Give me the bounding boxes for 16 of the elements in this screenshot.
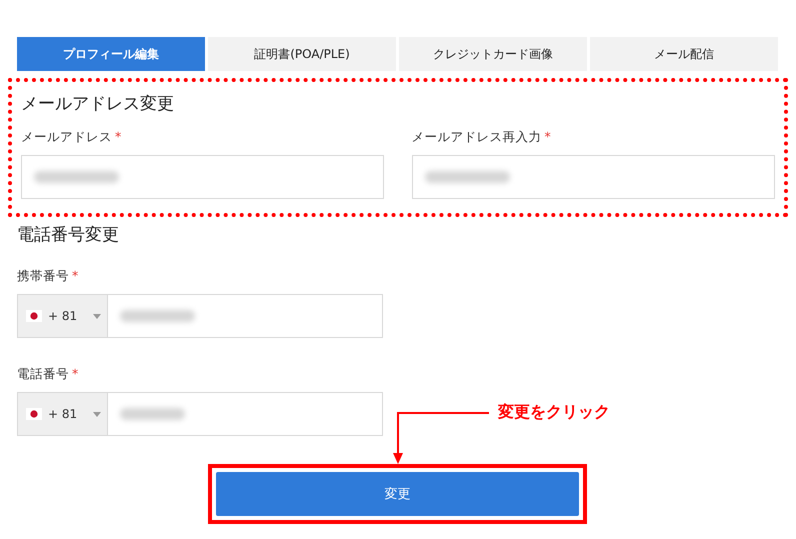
country-code-select[interactable]: + 81	[18, 295, 108, 337]
tab[interactable]: メール配信	[590, 37, 778, 71]
phone-field[interactable]: + 81	[17, 294, 383, 338]
section-title: メールアドレス変更	[21, 93, 175, 115]
tab[interactable]: クレジットカード画像	[399, 37, 587, 71]
section-title: 電話番号変更	[17, 224, 120, 246]
field-label: 携帯番号 *	[17, 268, 80, 285]
field-label: メールアドレス *	[21, 129, 122, 146]
phone-field[interactable]: + 81	[17, 392, 383, 436]
annotation-text: 変更をクリック	[498, 402, 610, 423]
country-code-select[interactable]: + 81	[18, 393, 108, 435]
field-label: 電話番号 *	[17, 366, 80, 383]
field-label: メールアドレス再入力 *	[412, 129, 552, 146]
tab[interactable]: 証明書(POA/PLE)	[208, 37, 396, 71]
submit-button[interactable]: 変更	[216, 472, 579, 516]
tab[interactable]: プロフィール編集	[17, 37, 205, 71]
